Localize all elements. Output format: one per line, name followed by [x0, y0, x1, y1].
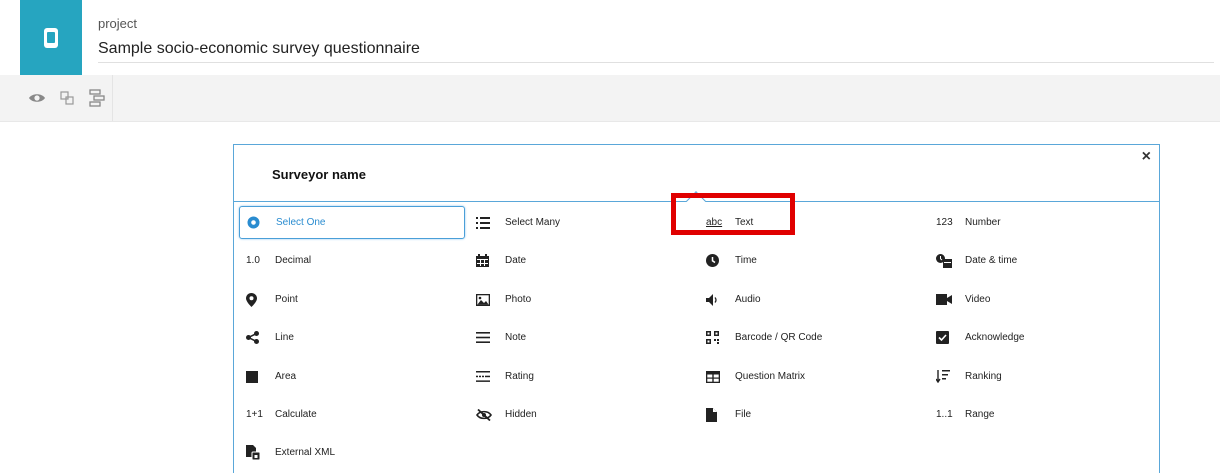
type-label: External XML: [275, 447, 336, 458]
share-line-icon: [246, 331, 268, 344]
calendar-icon: [476, 254, 498, 267]
project-title-field[interactable]: Sample socio-economic survey questionnai…: [98, 40, 420, 58]
type-label: Area: [275, 371, 297, 382]
speaker-icon: [706, 293, 728, 306]
type-label: Date & time: [965, 255, 1018, 266]
group-icon: [60, 91, 74, 105]
type-area[interactable]: Area: [239, 360, 465, 393]
project-header: project Sample socio-economic survey que…: [0, 0, 1220, 75]
type-question-matrix[interactable]: Question Matrix: [699, 360, 925, 393]
range-icon: 1..1: [936, 409, 953, 420]
video-camera-icon: [936, 294, 958, 305]
type-label: Time: [735, 255, 757, 266]
title-underline: [98, 62, 1214, 63]
datetime-icon: [936, 253, 958, 268]
square-icon: [246, 370, 268, 383]
type-label: Barcode / QR Code: [735, 332, 823, 343]
rating-icon: [476, 371, 498, 382]
qr-code-icon: [706, 331, 728, 344]
type-acknowledge[interactable]: Acknowledge: [929, 321, 1155, 354]
type-label: Note: [505, 332, 527, 343]
type-date[interactable]: Date: [469, 244, 695, 277]
type-label: Point: [275, 294, 298, 305]
project-logo: [20, 0, 82, 75]
type-label: Decimal: [275, 255, 312, 266]
type-note[interactable]: Note: [469, 321, 695, 354]
question-label[interactable]: Surveyor name: [272, 167, 366, 182]
radio-icon: [247, 216, 269, 229]
checkbox-icon: [936, 331, 958, 344]
map-pin-icon: [246, 292, 268, 307]
type-file[interactable]: File: [699, 398, 925, 431]
type-decimal[interactable]: 1.0 Decimal: [239, 244, 465, 277]
type-number[interactable]: 123 Number: [929, 206, 1155, 239]
type-label: Acknowledge: [965, 332, 1025, 343]
list-icon: [476, 216, 498, 229]
type-date-time[interactable]: Date & time: [929, 244, 1155, 277]
photo-icon: [476, 293, 498, 306]
eye-slash-icon: [476, 408, 498, 421]
type-barcode[interactable]: Barcode / QR Code: [699, 321, 925, 354]
type-label: Hidden: [505, 409, 537, 420]
mobile-phone-icon: [44, 27, 58, 48]
type-label: Calculate: [275, 409, 317, 420]
type-external-xml[interactable]: External XML: [239, 436, 465, 469]
table-icon: [706, 370, 728, 383]
type-calculate[interactable]: 1+1 Calculate: [239, 398, 465, 431]
type-select-many[interactable]: Select Many: [469, 206, 695, 239]
type-label: Select Many: [505, 217, 561, 228]
type-label: Date: [505, 255, 527, 266]
clock-icon: [706, 254, 728, 267]
type-label: Range: [965, 409, 995, 420]
number-icon: 123: [936, 217, 953, 228]
calculate-icon: 1+1: [246, 409, 263, 420]
type-label: Line: [275, 332, 294, 343]
type-point[interactable]: Point: [239, 283, 465, 316]
type-label: Video: [965, 294, 991, 305]
type-time[interactable]: Time: [699, 244, 925, 277]
type-photo[interactable]: Photo: [469, 283, 695, 316]
type-label: Audio: [735, 294, 761, 305]
hierarchy-button[interactable]: [86, 87, 108, 109]
type-line[interactable]: Line: [239, 321, 465, 354]
toolbar-group: [20, 75, 113, 121]
type-label: Ranking: [965, 371, 1002, 382]
toolbar: [0, 75, 1220, 122]
type-label: Number: [965, 217, 1001, 228]
type-label: Select One: [276, 217, 326, 228]
type-ranking[interactable]: Ranking: [929, 360, 1155, 393]
group-button[interactable]: [56, 87, 78, 109]
type-range[interactable]: 1..1 Range: [929, 398, 1155, 431]
xml-file-icon: [246, 445, 268, 460]
type-label: Text: [735, 217, 754, 228]
type-video[interactable]: Video: [929, 283, 1155, 316]
type-audio[interactable]: Audio: [699, 283, 925, 316]
file-icon: [706, 407, 728, 422]
question-type-dialog: Surveyor name × Select One Select Many a…: [233, 144, 1160, 473]
abc-icon: abc: [706, 217, 723, 228]
close-button[interactable]: ×: [1142, 147, 1151, 167]
sort-icon: [936, 370, 958, 383]
decimal-icon: 1.0: [246, 255, 260, 266]
type-label: Question Matrix: [735, 371, 806, 382]
type-text[interactable]: abc Text: [699, 206, 925, 239]
type-hidden[interactable]: Hidden: [469, 398, 695, 431]
note-lines-icon: [476, 332, 498, 343]
type-label: Rating: [505, 371, 534, 382]
type-rating[interactable]: Rating: [469, 360, 695, 393]
type-label: File: [735, 409, 752, 420]
eye-icon: [29, 94, 45, 102]
type-label: Photo: [505, 294, 532, 305]
hierarchy-icon: [89, 89, 105, 107]
preview-button[interactable]: [26, 87, 48, 109]
project-label: project: [98, 16, 138, 31]
type-select-one[interactable]: Select One: [239, 206, 465, 239]
